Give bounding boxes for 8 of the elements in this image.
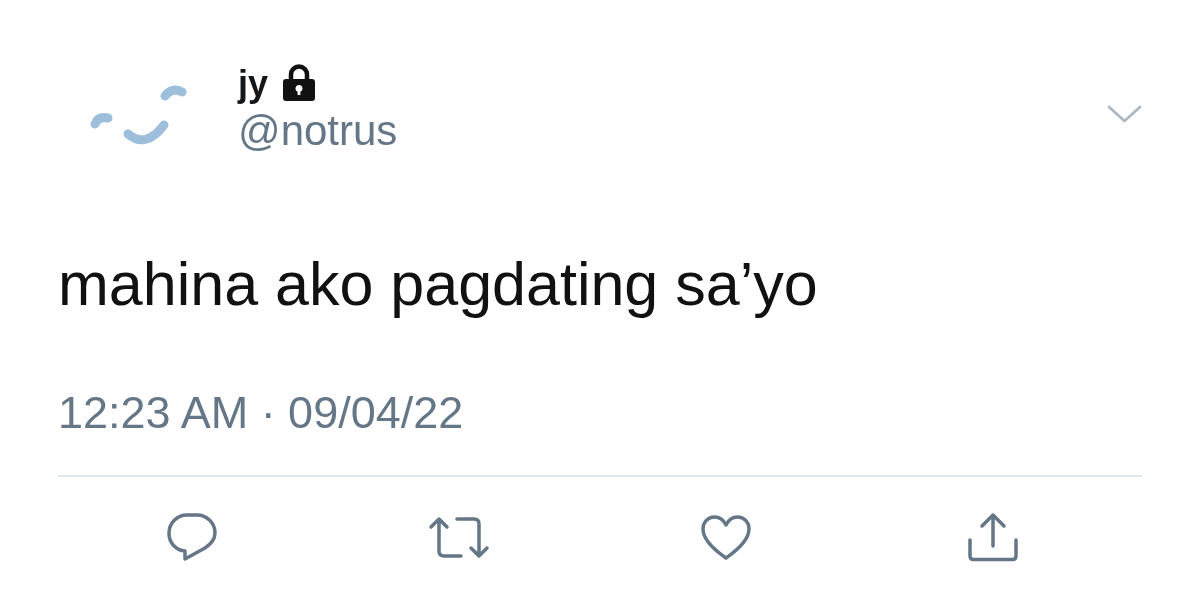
heart-icon[interactable] [699, 513, 752, 561]
username-handle: @notrus [238, 106, 398, 156]
display-name: jy [238, 62, 269, 106]
speech-bubble-icon[interactable] [166, 512, 217, 562]
tweet-text: mahina ako pagdating sa’yo [58, 249, 819, 320]
upload-arrow-icon[interactable] [966, 512, 1019, 562]
timestamp: 12:23 AM · 09/04/22 [58, 386, 464, 440]
repeat-arrows-icon[interactable] [427, 515, 490, 559]
